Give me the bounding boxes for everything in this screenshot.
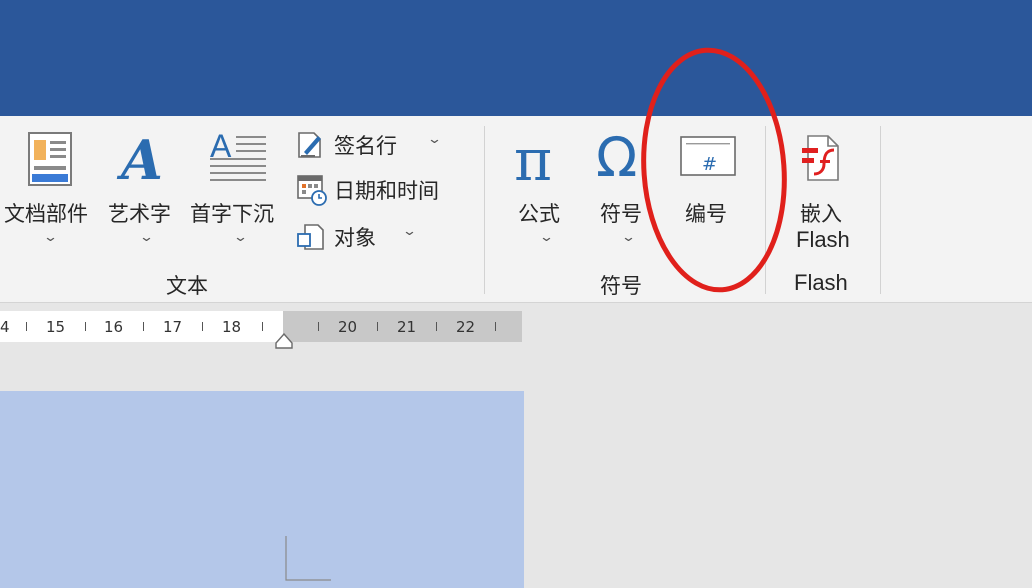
object-icon (297, 224, 324, 250)
object-button[interactable]: 对象 ⌄ (294, 220, 424, 254)
margin-corner-mark (285, 536, 331, 581)
wordart-icon: A (121, 128, 163, 192)
equation-label: 公式 (518, 202, 560, 226)
flash-group-label: Flash (794, 270, 848, 295)
signature-line-button[interactable]: 签名行 ⌄ (294, 128, 454, 162)
group-separator (484, 126, 485, 294)
ruler-number: 15 (46, 318, 66, 336)
wordart-label: 艺术字 (108, 202, 171, 226)
pi-icon: π (514, 126, 553, 194)
ruler-number: 21 (397, 318, 417, 336)
signature-line-label: 签名行 (334, 134, 397, 158)
ruler-tick (85, 322, 86, 331)
embed-flash-button[interactable]: 嵌入 Flash (786, 126, 866, 256)
wordart-button[interactable]: A 艺术字 ⌄ (105, 126, 185, 256)
equation-button[interactable]: π 公式 ⌄ (508, 126, 578, 256)
ruler-tick (495, 322, 496, 331)
quick-parts-button[interactable]: 文档部件 ⌄ (0, 126, 100, 256)
object-label: 对象 (334, 226, 376, 250)
ruler-number: 20 (338, 318, 358, 336)
embed-flash-label-line2: Flash (796, 227, 850, 252)
signature-line-icon (298, 132, 321, 158)
highlight-ring (641, 47, 787, 293)
title-bar (0, 0, 1032, 116)
chevron-down-icon: ⌄ (42, 230, 59, 245)
document-page[interactable] (0, 391, 524, 588)
drop-cap-label: 首字下沉 (190, 202, 274, 226)
ruler-number: 17 (163, 318, 183, 336)
drop-cap-button[interactable]: A 首字下沉 ⌄ (188, 126, 288, 256)
text-group-label: 文本 (166, 274, 208, 298)
indent-marker-icon[interactable] (274, 333, 294, 349)
flash-icon (802, 135, 839, 181)
chevron-down-icon: ⌄ (401, 224, 418, 239)
ruler-number: 18 (222, 318, 242, 336)
calendar-clock-icon (297, 175, 327, 206)
date-time-label: 日期和时间 (334, 179, 439, 203)
drop-cap-lines-icon (210, 136, 266, 181)
ruler-tick (436, 322, 437, 331)
ruler-tick (318, 322, 319, 331)
ruler-number: 4 (0, 318, 10, 336)
ruler-tick (26, 322, 27, 331)
embed-flash-label-line1: 嵌入 (800, 202, 842, 226)
ruler-tick (377, 322, 378, 331)
quick-parts-icon (28, 132, 72, 186)
ruler-tick (202, 322, 203, 331)
chevron-down-icon: ⌄ (138, 230, 155, 245)
ruler-number: 16 (104, 318, 124, 336)
omega-icon: Ω (596, 126, 638, 189)
chevron-down-icon: ⌄ (232, 230, 249, 245)
date-time-button[interactable]: 日期和时间 (294, 173, 464, 207)
chevron-down-icon: ⌄ (538, 230, 555, 245)
chevron-down-icon: ⌄ (426, 132, 443, 147)
quick-parts-label: 文档部件 (4, 202, 88, 226)
ruler-number: 22 (456, 318, 476, 336)
ruler-tick (143, 322, 144, 331)
group-separator (880, 126, 881, 294)
chevron-down-icon: ⌄ (620, 230, 637, 245)
ruler-tick (262, 322, 263, 331)
